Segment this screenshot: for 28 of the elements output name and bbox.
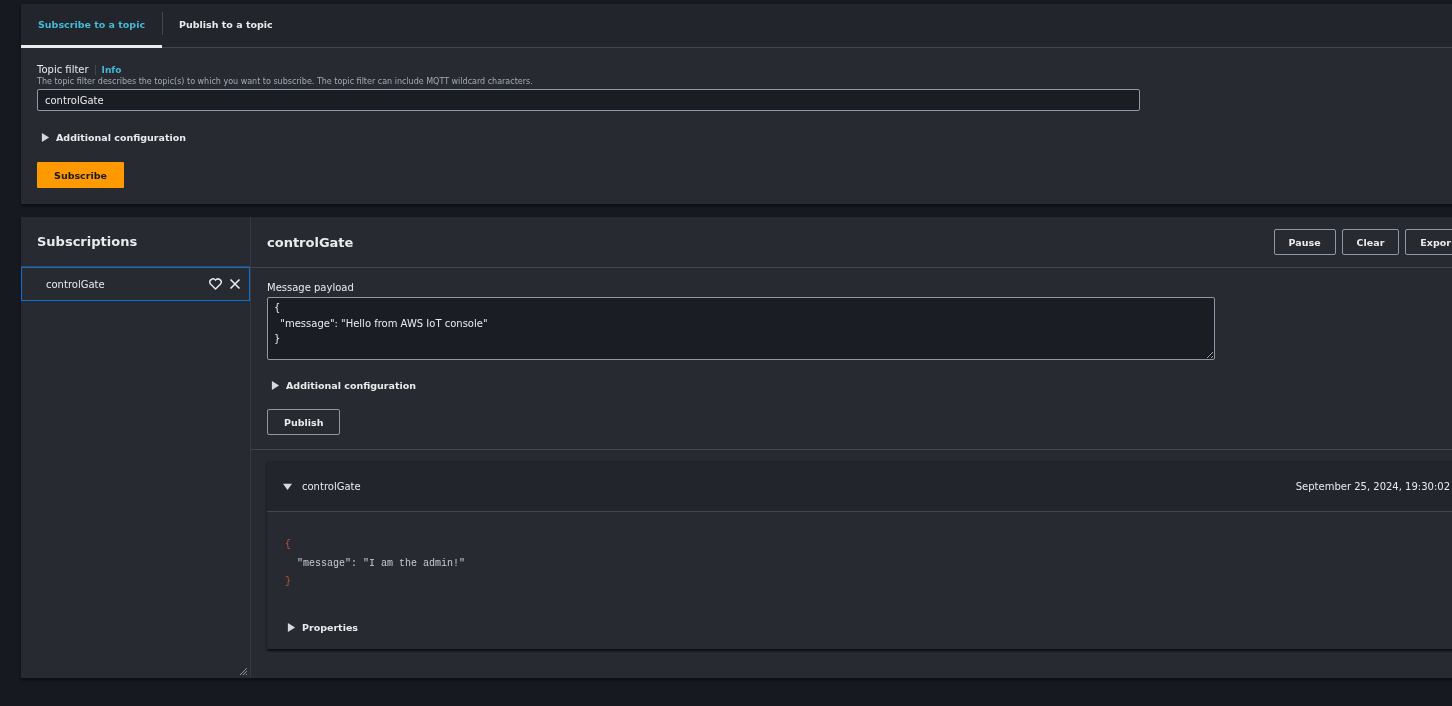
field-label: Message payload bbox=[267, 282, 355, 293]
close-icon[interactable] bbox=[229, 278, 241, 290]
payload-field[interactable]: { "message": "Hello from AWS IoT console" } bbox=[267, 297, 1215, 360]
toolbar-button[interactable]: Expor bbox=[1405, 229, 1452, 255]
info-link[interactable]: Info bbox=[94, 64, 122, 75]
subscription-item[interactable]: controlGate bbox=[21, 267, 250, 301]
topic-filter-field[interactable]: controlGate bbox=[37, 89, 1140, 111]
timestamp: September 25, 2024, 19:30:02 bbox=[1295, 480, 1450, 492]
publish-button[interactable]: Publish bbox=[267, 409, 341, 435]
code-line: { bbox=[285, 538, 292, 552]
message-topic[interactable]: controlGate bbox=[302, 480, 1286, 492]
expander[interactable]: Additional configuration bbox=[41, 132, 186, 143]
field-description: The topic filter describes the topic(s) to which you want to subscribe. The topic filter can include MQTT wildcard characters. bbox=[37, 77, 534, 86]
subscription-label: controlGate bbox=[46, 278, 106, 290]
toolbar-button[interactable]: Pause bbox=[1273, 229, 1336, 255]
tab[interactable]: Subscribe to a topic bbox=[21, 4, 163, 48]
panel-title: Subscriptions bbox=[37, 234, 138, 249]
expander[interactable]: Additional configuration bbox=[271, 380, 416, 391]
field-label: Topic filter bbox=[37, 64, 89, 75]
topic-title: controlGate bbox=[267, 234, 355, 250]
resize-grip-icon[interactable] bbox=[239, 667, 248, 676]
expander[interactable]: Properties bbox=[287, 621, 358, 633]
code-line: } bbox=[285, 575, 292, 589]
code-line: "message": "I am the admin!" bbox=[296, 556, 467, 571]
tab[interactable]: Publish to a topic bbox=[162, 4, 290, 48]
subscribe-button[interactable]: Subscribe bbox=[37, 162, 124, 188]
toolbar-button[interactable]: Clear bbox=[1341, 229, 1400, 255]
heart-icon[interactable] bbox=[209, 278, 222, 290]
